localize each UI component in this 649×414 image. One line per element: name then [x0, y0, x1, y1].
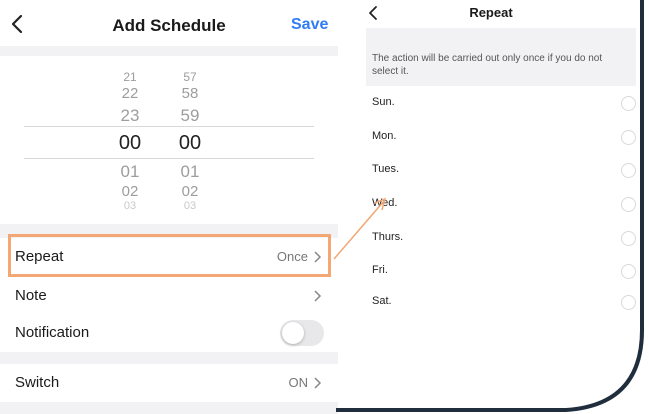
add-schedule-screen: Add Schedule Save 21 57 22 58 23 59 00 0…: [0, 0, 338, 414]
switch-label: Switch: [15, 374, 60, 391]
connector-arrow: [333, 197, 387, 260]
radio-button[interactable]: [621, 264, 636, 279]
picker-minute-item: 58: [181, 85, 199, 102]
switch-value: ON: [288, 375, 309, 390]
picker-hour-item: 01: [120, 162, 140, 181]
notification-label: Notification: [15, 324, 90, 341]
page-title: Repeat: [469, 5, 513, 20]
day-option-thurs[interactable]: Thurs.: [366, 221, 636, 255]
repeat-description: The action will be carried out only once…: [366, 42, 636, 86]
repeat-value: Once: [276, 249, 308, 264]
section-divider: [0, 46, 338, 56]
picker-hour-item: 03: [123, 200, 137, 212]
picker-minute-item: 59: [180, 106, 200, 125]
picker-minute-item: 03: [183, 200, 197, 212]
chevron-right-icon: [314, 251, 322, 263]
day-label: Tues.: [372, 163, 400, 175]
day-option-mon[interactable]: Mon.: [366, 120, 636, 154]
chevron-right-icon: [314, 377, 322, 389]
day-option-sun[interactable]: Sun.: [366, 86, 636, 120]
picker-minute-item: 02: [181, 183, 199, 200]
day-option-sat[interactable]: Sat.: [366, 285, 636, 319]
switch-row[interactable]: Switch ON: [0, 364, 338, 402]
section-divider: [0, 402, 338, 414]
section-divider: [0, 224, 338, 238]
picker-selection-line: [24, 158, 314, 159]
description-text: The action will be carried out only once…: [372, 53, 603, 77]
picker-selected-minute: 00: [178, 132, 202, 154]
notification-row: Notification: [0, 314, 338, 352]
picker-selected-hour: 00: [118, 132, 142, 154]
day-label: Sat.: [372, 295, 392, 307]
repeat-row[interactable]: Repeat Once: [0, 238, 338, 276]
day-option-tues[interactable]: Tues.: [366, 153, 636, 187]
radio-button[interactable]: [621, 197, 636, 212]
day-label: Fri.: [372, 264, 388, 276]
day-list: Sun. Mon. Tues. Wed. Thurs. Fri. Sat.: [366, 86, 636, 316]
picker-selection-line: [24, 126, 314, 127]
page-title: Add Schedule: [112, 16, 226, 35]
radio-button[interactable]: [621, 295, 636, 310]
picker-hour-item: 02: [121, 183, 139, 200]
picker-hour-item: 23: [120, 106, 140, 125]
day-option-fri[interactable]: Fri.: [366, 254, 636, 288]
picker-minute-item: 57: [183, 70, 197, 84]
section-divider: [0, 352, 338, 364]
picker-hour-item: 21: [123, 70, 137, 84]
repeat-label: Repeat: [15, 248, 64, 265]
note-label: Note: [15, 287, 47, 304]
note-row[interactable]: Note: [0, 277, 338, 315]
section-divider: [366, 28, 636, 42]
day-option-wed[interactable]: Wed.: [366, 187, 636, 221]
radio-button[interactable]: [621, 163, 636, 178]
chevron-right-icon: [314, 290, 322, 302]
time-picker[interactable]: 21 57 22 58 23 59 00 00 01 01 02 02 03 0…: [0, 56, 338, 224]
radio-button[interactable]: [621, 96, 636, 111]
radio-button[interactable]: [621, 231, 636, 246]
picker-hour-item: 22: [121, 85, 139, 102]
day-label: Sun.: [372, 96, 395, 108]
day-label: Mon.: [372, 130, 397, 142]
picker-minute-item: 01: [180, 162, 200, 181]
save-button[interactable]: Save: [291, 16, 328, 34]
toggle-knob: [282, 322, 304, 344]
notification-toggle[interactable]: [280, 320, 324, 346]
radio-button[interactable]: [621, 130, 636, 145]
